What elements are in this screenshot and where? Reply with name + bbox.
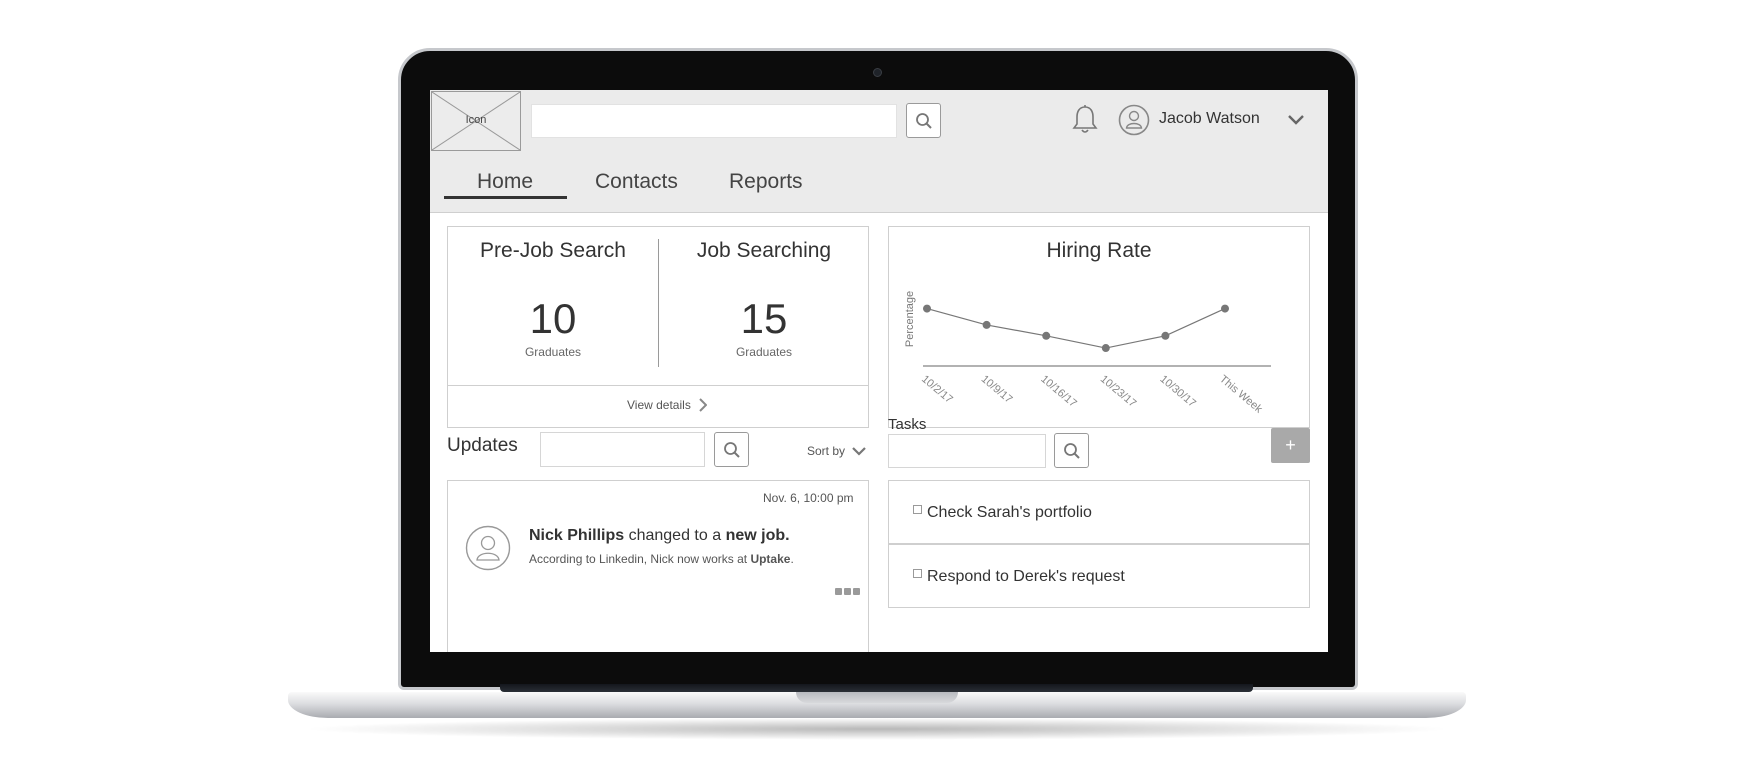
job-searching-value: 15	[740, 295, 788, 342]
update-item[interactable]: Nov. 6, 10:00 pm Nick Phillips changed t…	[447, 480, 869, 652]
data-point[interactable]	[1161, 331, 1170, 340]
x-tick-label: 10/30/17	[1157, 373, 1198, 410]
job-searching-title: Job Searching	[696, 239, 832, 262]
user-avatar-icon[interactable]	[1118, 104, 1150, 136]
updates-search-button[interactable]	[714, 432, 749, 467]
update-time: Nov. 6, 10:00 pm	[763, 491, 854, 505]
pre-job-value: 10	[529, 295, 577, 342]
data-point[interactable]	[1101, 344, 1110, 353]
updates-title: Updates	[447, 435, 518, 456]
search-icon	[1063, 442, 1080, 459]
more-options-icon[interactable]	[835, 588, 860, 595]
app-header: Icon Jacob Watson Home Contacts Reports	[430, 90, 1328, 213]
search-icon	[723, 441, 740, 458]
camera	[873, 68, 882, 77]
sort-by-dropdown[interactable]: Sort by	[807, 444, 867, 458]
user-avatar-icon	[465, 525, 511, 571]
chevron-right-icon	[699, 398, 707, 412]
x-tick-label: This Week	[1217, 373, 1265, 416]
tab-home[interactable]: Home	[477, 170, 533, 194]
update-detail-end: .	[790, 552, 794, 566]
app-screen: Icon Jacob Watson Home Contacts Reports	[430, 90, 1328, 652]
hiring-rate-card: Hiring Rate Percentage 10/2/17 10/9/17 10/…	[888, 226, 1310, 428]
task-row[interactable]: Respond to Derek's request	[888, 544, 1310, 608]
hiring-rate-chart: Percentage 10/2/17 10/9/17 10/16/17 10/23/1…	[904, 291, 1271, 416]
global-search-input[interactable]	[531, 104, 897, 138]
x-tick-label: 10/2/17	[919, 373, 955, 406]
y-axis-label: Percentage	[904, 291, 916, 347]
data-point[interactable]	[923, 304, 931, 313]
stats-card: Pre-Job Search 10 Graduates Job Searchin…	[447, 226, 869, 428]
x-tick-label: 10/9/17	[979, 373, 1015, 406]
pre-job-unit: Graduates	[524, 345, 582, 359]
x-tick-label: 10/16/17	[1038, 373, 1079, 410]
sort-by-label: Sort by	[807, 444, 846, 458]
update-action: changed to a	[624, 527, 726, 544]
update-detail: According to Linkedin, Nick now works at…	[529, 552, 794, 566]
x-tick-label: 10/23/17	[1098, 373, 1139, 410]
task-checkbox[interactable]	[913, 569, 922, 578]
update-detail-text: According to Linkedin, Nick now works at	[529, 552, 751, 566]
data-point[interactable]	[982, 320, 991, 329]
task-row[interactable]: Check Sarah's portfolio	[888, 480, 1310, 544]
chevron-down-icon	[852, 447, 866, 456]
active-tab-indicator	[444, 196, 567, 199]
laptop-hinge	[500, 684, 1253, 692]
update-object: new job.	[725, 527, 790, 544]
search-icon	[915, 112, 932, 129]
update-actor[interactable]: Nick Phillips	[529, 527, 624, 544]
series-line	[926, 308, 1226, 349]
bell-icon[interactable]	[1070, 104, 1100, 136]
laptop-shadow	[300, 718, 1454, 740]
view-details-label: View details	[627, 398, 691, 412]
task-checkbox[interactable]	[913, 505, 922, 514]
data-point[interactable]	[1042, 331, 1051, 340]
laptop-notch	[796, 692, 958, 703]
job-searching-unit: Graduates	[735, 345, 793, 359]
stats-footer-divider	[448, 385, 868, 386]
tasks-search-button[interactable]	[1054, 433, 1089, 468]
updates-search-input[interactable]	[540, 432, 705, 467]
chevron-down-icon[interactable]	[1286, 113, 1306, 127]
logo-placeholder[interactable]: Icon	[431, 91, 521, 151]
add-task-button[interactable]: +	[1271, 428, 1310, 463]
task-label: Check Sarah's portfolio	[927, 504, 1092, 521]
update-company: Uptake	[750, 552, 791, 566]
tab-reports[interactable]: Reports	[729, 170, 803, 194]
update-headline: Nick Phillips changed to a new job.	[529, 527, 790, 545]
pre-job-title: Pre-Job Search	[480, 239, 626, 262]
global-search-button[interactable]	[906, 103, 941, 138]
tab-contacts[interactable]: Contacts	[595, 170, 678, 194]
logo-label: Icon	[465, 114, 487, 126]
data-point[interactable]	[1221, 304, 1229, 313]
tasks-title: Tasks	[888, 416, 927, 433]
view-details-link[interactable]: View details	[627, 398, 707, 412]
task-label: Respond to Derek's request	[927, 568, 1125, 585]
user-name[interactable]: Jacob Watson	[1159, 110, 1260, 128]
tasks-search-input[interactable]	[888, 434, 1046, 468]
